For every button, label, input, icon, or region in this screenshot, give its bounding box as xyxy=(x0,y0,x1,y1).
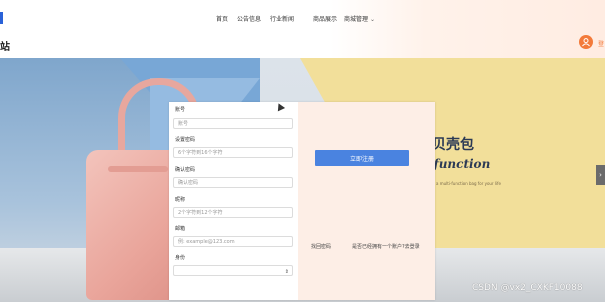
nickname-label: 昵称 xyxy=(175,197,186,203)
site-logo-text[interactable]: 站 xyxy=(0,38,10,53)
nav-item-products[interactable]: 商品展示 xyxy=(313,14,337,23)
caret-updown-icon: ⇕ xyxy=(284,269,289,275)
nav-item-home[interactable]: 首页 xyxy=(216,14,228,23)
promo-title: 贝壳包 xyxy=(432,137,474,153)
confirm-password-input[interactable]: 确认密码 xyxy=(173,177,293,188)
account-label: 账号 xyxy=(175,107,186,113)
password-label: 设置密码 xyxy=(175,137,196,143)
email-input[interactable]: 例: example@123.com xyxy=(173,236,293,247)
nav-item-announcements[interactable]: 公告信息 xyxy=(237,14,261,23)
main-nav: 首页 公告信息 行业新闻 商品展示 商城管理 ⌄ xyxy=(0,14,605,24)
register-button[interactable]: 立即注册 xyxy=(315,150,409,166)
promo-caption: a multi-function bag for your life xyxy=(436,181,501,186)
login-link[interactable]: 是否已经拥有一个账户?去登录 xyxy=(352,243,420,250)
account-input[interactable]: 账号 xyxy=(173,118,293,129)
register-side-panel xyxy=(298,102,435,300)
handbag-strap-image xyxy=(108,166,168,172)
chevron-right-icon: › xyxy=(599,171,602,179)
watermark: CSDN @vx2_CXKF10088 xyxy=(472,283,583,293)
header-accent xyxy=(330,0,605,58)
login-label[interactable]: 登 xyxy=(598,39,604,48)
carousel-next-button[interactable]: › xyxy=(596,165,605,185)
top-header: 站 首页 公告信息 行业新闻 商品展示 商城管理 ⌄ 登 xyxy=(0,0,605,58)
register-form-panel: 账号 账号 设置密码 6个字符到16个字符 确认密码 确认密码 昵称 2个字符到… xyxy=(169,102,435,300)
user-avatar[interactable] xyxy=(579,35,593,49)
nav-item-industry-news[interactable]: 行业新闻 xyxy=(270,14,294,23)
chevron-down-icon: ⌄ xyxy=(370,16,376,23)
identity-label: 身份 xyxy=(175,255,186,261)
nickname-input[interactable]: 2个字符到12个字符 xyxy=(173,207,293,218)
email-label: 邮箱 xyxy=(175,226,186,232)
find-password-link[interactable]: 找回密码 xyxy=(311,243,331,250)
nav-item-mall-admin-label: 商城管理 xyxy=(344,16,369,23)
password-input[interactable]: 6个字符到16个字符 xyxy=(173,147,293,158)
confirm-password-label: 确认密码 xyxy=(175,167,196,173)
nav-item-mall-admin[interactable]: 商城管理 ⌄ xyxy=(344,14,375,23)
user-icon xyxy=(582,38,590,47)
identity-select[interactable]: ⇕ xyxy=(173,265,293,276)
